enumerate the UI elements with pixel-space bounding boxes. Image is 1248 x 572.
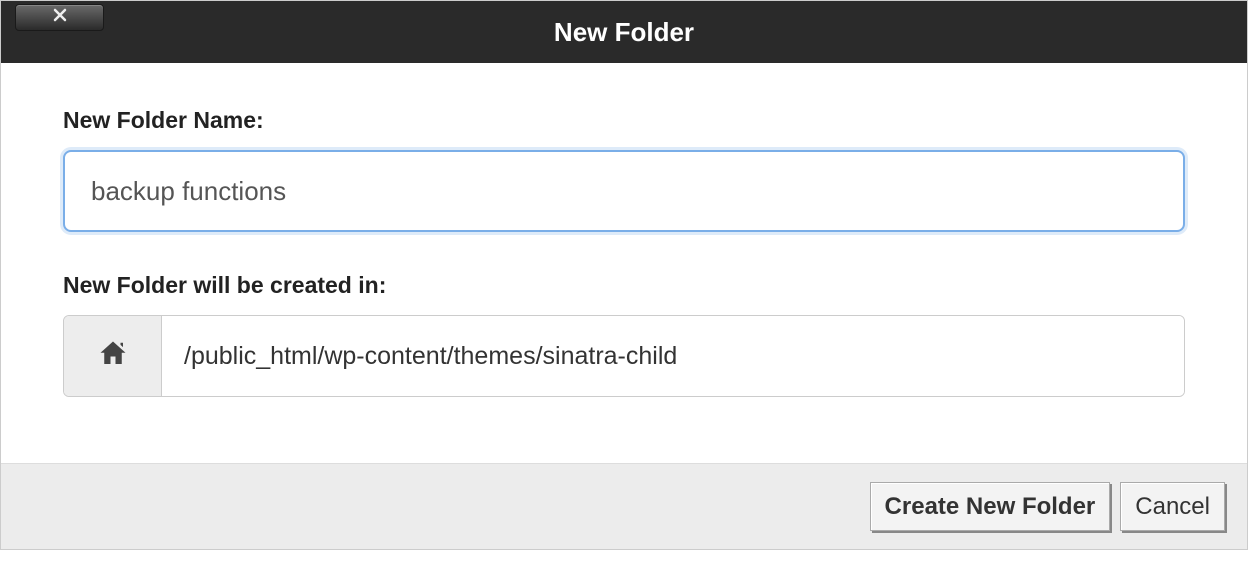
cancel-button[interactable]: Cancel (1120, 482, 1225, 531)
close-icon (52, 7, 68, 28)
create-folder-button[interactable]: Create New Folder (870, 482, 1111, 531)
home-icon (98, 339, 128, 374)
dialog-body: New Folder Name: New Folder will be crea… (1, 63, 1247, 463)
folder-path-label: New Folder will be created in: (63, 272, 1185, 299)
close-button[interactable] (15, 4, 104, 31)
home-addon (64, 316, 162, 396)
dialog-title: New Folder (554, 17, 694, 48)
folder-name-label: New Folder Name: (63, 107, 1185, 134)
path-input-container (63, 315, 1185, 397)
folder-path-group: New Folder will be created in: (63, 272, 1185, 397)
folder-name-group: New Folder Name: (63, 107, 1185, 232)
dialog-footer: Create New Folder Cancel (1, 463, 1247, 549)
folder-name-input[interactable] (63, 150, 1185, 232)
folder-path-input[interactable] (162, 316, 1184, 396)
new-folder-dialog: New Folder New Folder Name: New Folder w… (0, 0, 1248, 550)
dialog-titlebar: New Folder (1, 1, 1247, 63)
